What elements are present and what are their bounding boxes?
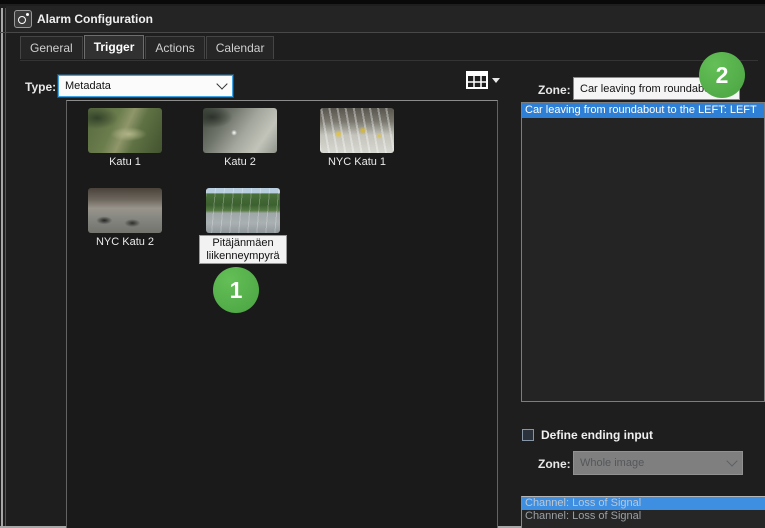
zone-label: Zone:: [538, 83, 571, 97]
type-dropdown[interactable]: Metadata: [58, 75, 233, 97]
camera-name: NYC Katu 1: [309, 156, 405, 169]
alarm-config-icon: [14, 10, 32, 28]
camera-item[interactable]: Katu 2: [192, 108, 288, 169]
window-border-left-inner: [5, 8, 6, 528]
zone-event-item-selected[interactable]: Car leaving from roundabout to the LEFT:…: [522, 103, 764, 118]
camera-item-selected[interactable]: Pitäjänmäen liikenneympyrä: [195, 188, 291, 264]
define-ending-input-checkbox[interactable]: [522, 429, 534, 441]
tab-general[interactable]: General: [20, 36, 83, 59]
window-border-left: [1, 8, 3, 528]
channel-item-selected[interactable]: Channel: Loss of Signal: [522, 497, 765, 510]
tab-bar: General Trigger Actions Calendar: [20, 36, 275, 60]
ending-zone-label: Zone:: [538, 457, 571, 471]
annotation-step-1: 1: [213, 267, 259, 313]
ending-zone-dropdown-disabled: Whole image: [573, 451, 743, 475]
tab-page-border: [20, 60, 758, 61]
chevron-down-icon: [726, 455, 737, 466]
camera-name: Katu 2: [192, 156, 288, 169]
define-ending-input-label: Define ending input: [541, 428, 653, 442]
camera-thumbnail[interactable]: [88, 188, 162, 233]
camera-thumbnail[interactable]: [320, 108, 394, 153]
camera-item[interactable]: NYC Katu 2: [77, 188, 173, 249]
camera-thumbnail[interactable]: [206, 188, 280, 233]
chevron-down-icon: [216, 78, 227, 89]
camera-thumbnail[interactable]: [203, 108, 277, 153]
window-title: Alarm Configuration: [37, 12, 153, 26]
tab-actions[interactable]: Actions: [145, 36, 204, 59]
dot-glyph: [26, 13, 29, 16]
window-border-top: [0, 0, 765, 4]
chevron-down-icon: [492, 78, 500, 83]
camera-name: Katu 1: [77, 156, 173, 169]
camera-item[interactable]: NYC Katu 1: [309, 108, 405, 169]
camera-thumbnail[interactable]: [88, 108, 162, 153]
lens-glyph: [18, 16, 26, 24]
titlebar-divider: [0, 32, 765, 33]
tab-calendar[interactable]: Calendar: [206, 36, 275, 59]
channel-item[interactable]: Channel: Loss of Signal: [522, 510, 765, 523]
ending-channel-list[interactable]: Channel: Loss of Signal Channel: Loss of…: [521, 496, 765, 528]
annotation-number: 1: [230, 277, 243, 304]
define-ending-input-row: Define ending input: [522, 428, 653, 442]
camera-name: Pitäjänmäen liikenneympyrä: [199, 235, 287, 264]
annotation-number: 2: [716, 62, 729, 89]
ending-zone-dropdown-value: Whole image: [580, 457, 728, 469]
type-label: Type:: [25, 80, 56, 94]
camera-item[interactable]: Katu 1: [77, 108, 173, 169]
type-dropdown-value: Metadata: [65, 80, 218, 92]
camera-name: NYC Katu 2: [77, 236, 173, 249]
camera-thumbnail-panel: Katu 1 Katu 2 NYC Katu 1 NYC Katu 2 Pitä…: [66, 100, 498, 528]
tab-trigger[interactable]: Trigger: [84, 35, 145, 59]
annotation-step-2: 2: [699, 52, 745, 98]
grid-view-icon: [466, 71, 488, 89]
view-mode-button[interactable]: [466, 67, 504, 93]
zone-event-list[interactable]: Car leaving from roundabout to the LEFT:…: [521, 102, 765, 402]
